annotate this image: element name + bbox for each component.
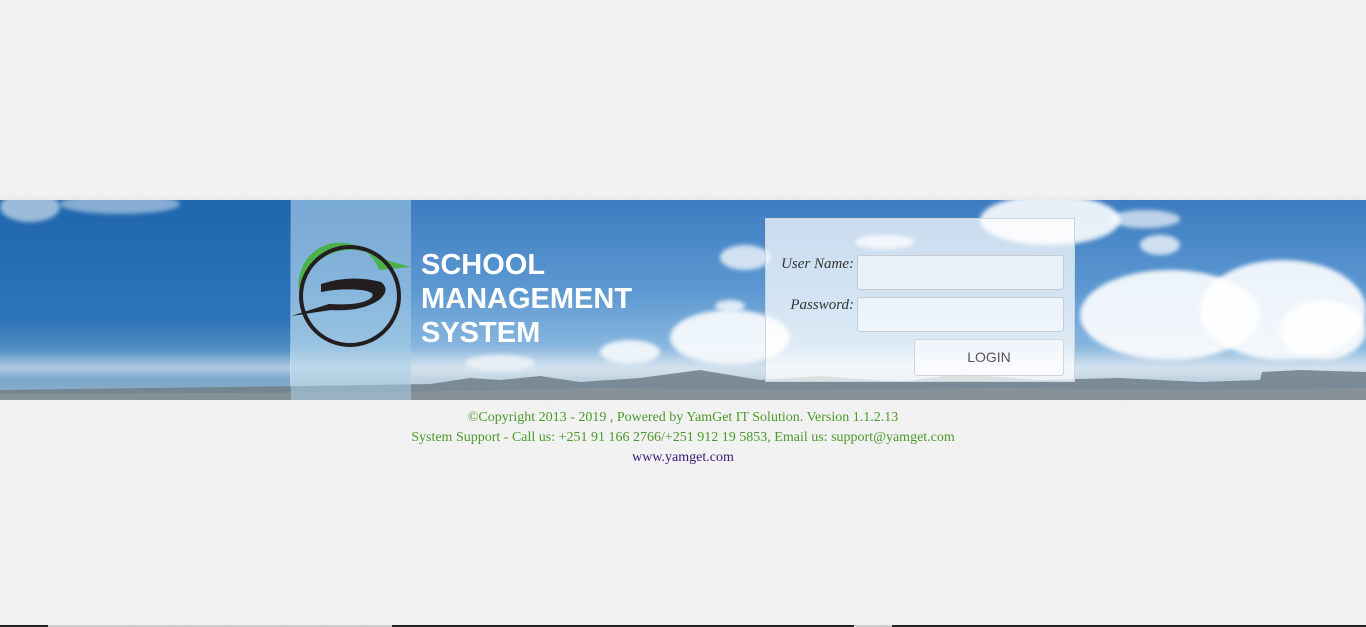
username-label: User Name:: [781, 256, 854, 272]
app-title: SCHOOL MANAGEMENT SYSTEM: [421, 248, 632, 350]
cloud: [715, 300, 745, 312]
support-text: System Support - Call us: +251 91 166 27…: [411, 430, 955, 445]
footer: ©Copyright 2013 - 2019 , Powered by YamG…: [0, 408, 1366, 468]
hero-banner: SCHOOL MANAGEMENT SYSTEM User Name: Pass…: [0, 200, 1366, 400]
login-button[interactable]: LOGIN: [914, 339, 1064, 376]
username-input[interactable]: [857, 255, 1064, 290]
title-line: SCHOOL: [421, 249, 546, 281]
title-line: MANAGEMENT: [421, 283, 633, 315]
password-label: Password:: [790, 297, 854, 313]
login-form: User Name: Password: LOGIN: [765, 218, 1075, 382]
password-input[interactable]: [857, 297, 1064, 332]
cloud: [1110, 210, 1180, 228]
logo-panel: [291, 200, 411, 400]
mountains-silhouette: [0, 370, 1366, 400]
cloud: [1140, 235, 1180, 255]
school-logo-icon: [291, 242, 411, 347]
copyright-text: ©Copyright 2013 - 2019 , Powered by YamG…: [467, 410, 899, 425]
website-link[interactable]: www.yamget.com: [632, 450, 734, 465]
cloud: [720, 245, 770, 270]
title-line: SYSTEM: [421, 317, 541, 349]
